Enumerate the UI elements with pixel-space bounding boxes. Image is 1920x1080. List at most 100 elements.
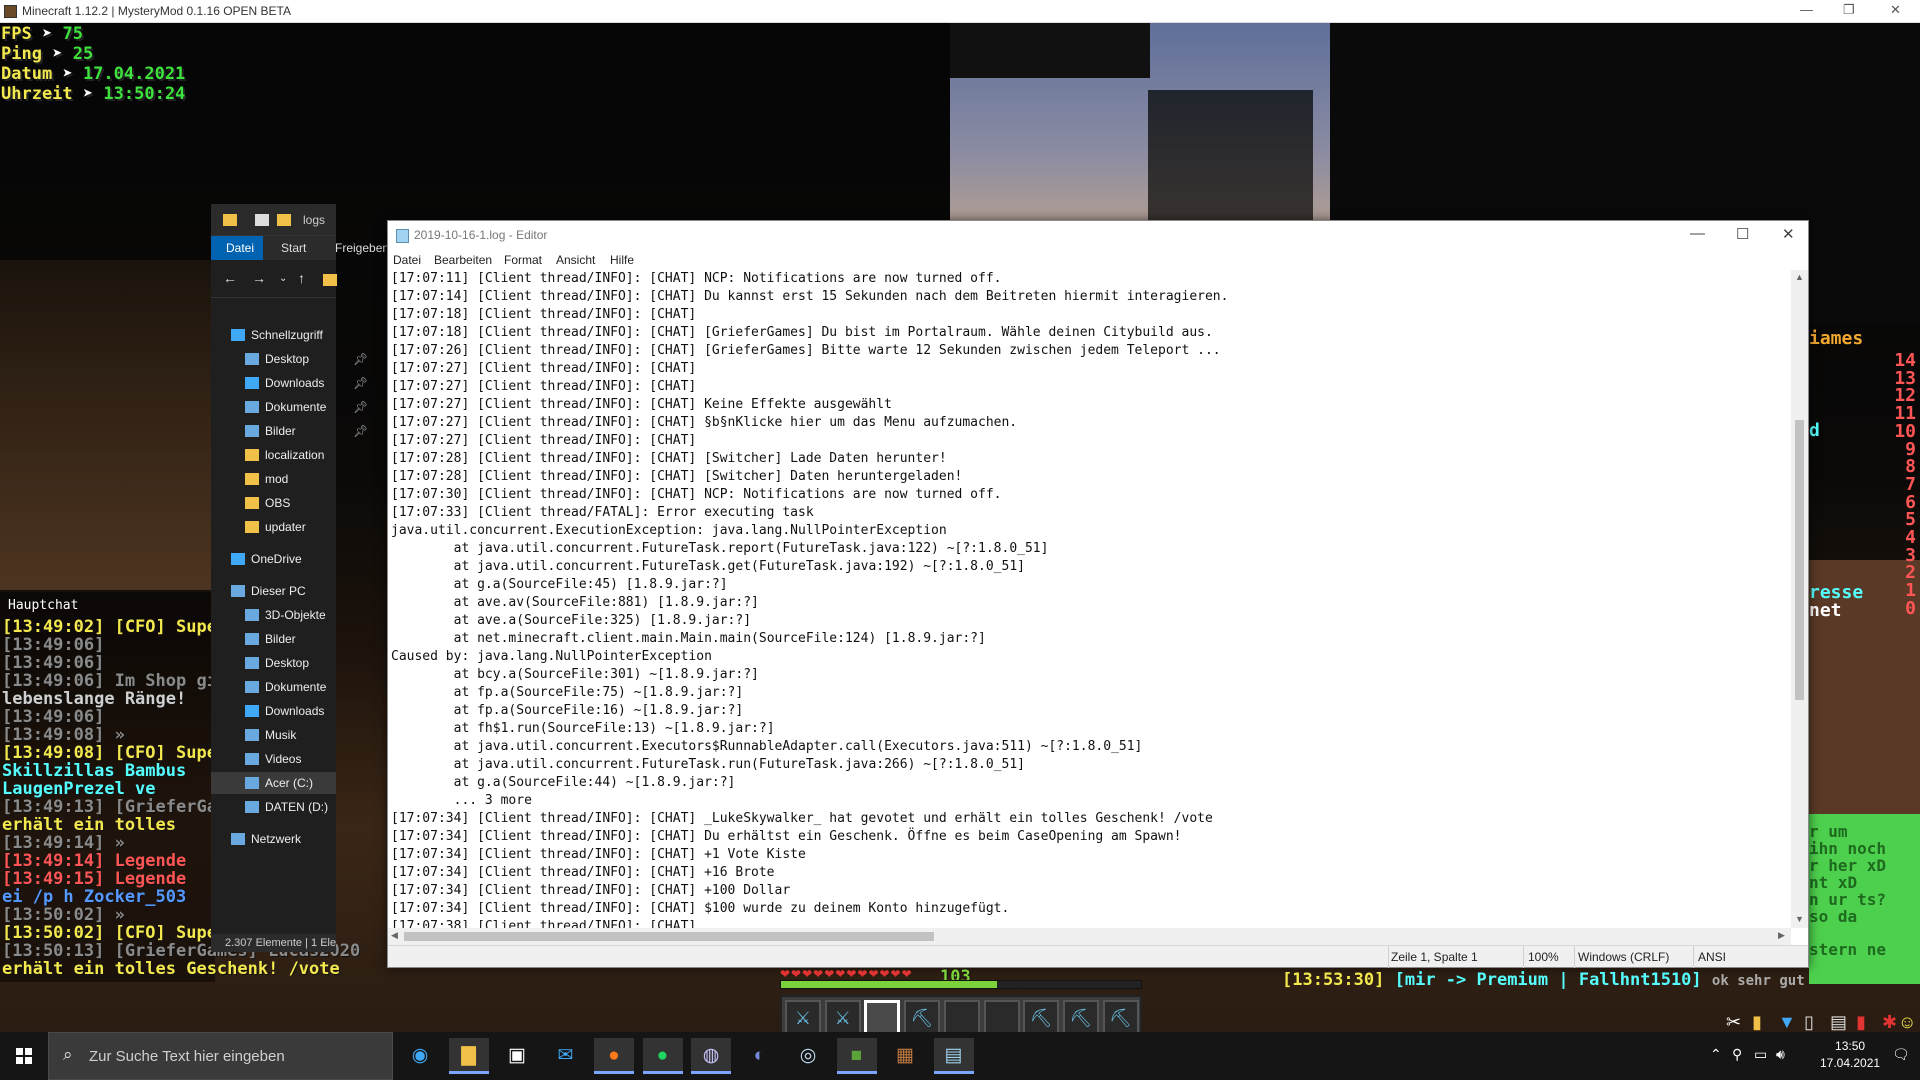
hud-row: FPS ➤ 75 [1, 24, 83, 44]
wifi-icon[interactable]: ⚲ [1732, 1046, 1742, 1063]
notepad-maximize-button[interactable]: ☐ [1736, 225, 1749, 243]
notepad-icon[interactable]: ▤ [933, 1038, 974, 1074]
scroll-right-icon[interactable]: ▶ [1778, 930, 1785, 941]
nav-item-mod[interactable]: mod [211, 468, 336, 490]
menu-datei[interactable]: Datei [393, 253, 421, 267]
nav-item-localization[interactable]: localization [211, 444, 336, 466]
discord-icon[interactable]: ◐ [740, 1038, 780, 1074]
file-explorer-window[interactable]: logs Datei Start Freigeben ← → ⌄ ↑ Schne… [211, 204, 389, 952]
notepad-minimize-button[interactable]: — [1690, 225, 1705, 242]
minecraft-title-bar[interactable]: Minecraft 1.12.2 | MysteryMod 0.1.16 OPE… [0, 0, 1920, 23]
nav-item-desktop[interactable]: Desktop 📌︎ [211, 348, 368, 370]
network-icon[interactable]: ▭ [1754, 1046, 1767, 1063]
ribbon-tab-start[interactable]: Start [281, 241, 306, 255]
new-folder-icon[interactable] [277, 214, 291, 226]
pdf-icon[interactable]: ▮ [1856, 1012, 1866, 1033]
tools-icon[interactable]: ✂ [1726, 1012, 1741, 1033]
hotbar-slot[interactable]: ⛏ [1102, 1000, 1139, 1036]
hotbar-slot[interactable] [943, 1000, 980, 1036]
windows-icon [16, 1048, 32, 1064]
ribbon-tab-freigeben[interactable]: Freigeben [335, 241, 389, 255]
nav-item-dokumente[interactable]: Dokumente 📌︎ [211, 396, 368, 418]
nav-item-onedrive[interactable]: OneDrive [211, 548, 336, 570]
store-icon[interactable]: ▣ [497, 1038, 537, 1074]
horizontal-scrollbar[interactable]: ◀ ▶ [388, 928, 1791, 945]
close-button[interactable]: ✕ [1890, 2, 1901, 18]
nav-item-dieser-pc[interactable]: Dieser PC [211, 580, 336, 602]
hotbar-slot[interactable]: ⚔ [824, 1000, 861, 1036]
back-icon[interactable]: ← [223, 270, 237, 286]
pin-icon[interactable]: 📌︎ [353, 400, 368, 414]
filter-icon[interactable]: ▼ [1778, 1012, 1796, 1033]
notepad-close-button[interactable]: ✕ [1782, 225, 1795, 243]
nav-item-netzwerk[interactable]: Netzwerk [211, 828, 336, 850]
minimize-button[interactable]: — [1800, 2, 1813, 17]
hotbar-slot[interactable]: ⛏ [1023, 1000, 1060, 1036]
properties-icon[interactable] [255, 214, 269, 226]
nav-item-dokumente[interactable]: Dokumente [211, 676, 336, 698]
notification-icon[interactable]: 🗨︎ [1892, 1046, 1910, 1063]
document-icon[interactable]: ▯ [1804, 1012, 1814, 1033]
hotbar-slot[interactable] [864, 1000, 901, 1036]
hotbar-slot[interactable] [983, 1000, 1020, 1036]
emoji-icon[interactable]: ☺ [1898, 1012, 1916, 1033]
nav-item-daten-d-[interactable]: DATEN (D:) [211, 796, 336, 818]
firefox-icon[interactable]: ● [594, 1038, 634, 1074]
edge-icon[interactable]: ◉ [400, 1038, 440, 1074]
pin-icon[interactable]: 📌︎ [353, 424, 368, 438]
minecraft-icon[interactable]: ■ [836, 1038, 877, 1074]
hotbar-slot[interactable]: ⛏ [1062, 1000, 1099, 1036]
ribbon-tab-datei[interactable]: Datei [211, 236, 263, 260]
menu-bearbeiten[interactable]: Bearbeiten [434, 253, 492, 267]
nav-item-3d-objekte[interactable]: 3D-Objekte [211, 604, 336, 626]
nav-item-downloads[interactable]: Downloads 📌︎ [211, 372, 368, 394]
nav-item-schnellzugriff[interactable]: Schnellzugriff [211, 324, 336, 346]
hotbar[interactable]: ⚔ ⚔ ⛏ ⛏ ⛏ ⛏ [780, 995, 1142, 1037]
nav-item-downloads[interactable]: Downloads [211, 700, 336, 722]
scroll-left-icon[interactable]: ◀ [391, 930, 398, 941]
file-explorer-icon[interactable]: ▇ [448, 1038, 489, 1074]
spotify-icon[interactable]: ● [642, 1038, 683, 1074]
obs-icon[interactable]: ◍ [691, 1038, 731, 1074]
hotbar-slot[interactable]: ⚔ [785, 1000, 821, 1036]
taskbar-search[interactable]: ⌕ Zur Suche Text hier eingeben [48, 1032, 393, 1080]
folder-shortcut-icon[interactable]: ▮ [1752, 1012, 1762, 1033]
pin-icon[interactable]: 📌︎ [353, 376, 368, 390]
vertical-scroll-thumb[interactable] [1795, 420, 1804, 700]
nav-item-updater[interactable]: updater [211, 516, 336, 538]
notepad-text-area[interactable]: [17:07:11] [Client thread/INFO]: [CHAT] … [391, 270, 1785, 928]
mail-icon[interactable]: ✉ [546, 1038, 586, 1074]
notepad-title-bar[interactable]: 2019-10-16-1.log - Editor — ☐ ✕ [388, 221, 1808, 251]
horizontal-scroll-thumb[interactable] [404, 932, 934, 941]
scroll-up-icon[interactable]: ▲ [1795, 272, 1804, 282]
notes-icon[interactable]: ▤ [1830, 1012, 1847, 1033]
nav-item-obs[interactable]: OBS [211, 492, 336, 514]
nav-item-acer-c-[interactable]: Acer (C:) [211, 772, 336, 794]
explorer-title-bar[interactable]: logs [211, 204, 336, 236]
volume-icon[interactable]: 🔊︎ [1776, 1046, 1785, 1063]
vertical-scrollbar[interactable]: ▲ ▼ [1791, 270, 1808, 928]
bug-icon[interactable]: ✱ [1882, 1012, 1897, 1033]
forward-icon[interactable]: → [252, 270, 266, 286]
chat-tab-label[interactable]: Hauptchat [8, 598, 78, 613]
steam-icon[interactable]: ◎ [788, 1038, 828, 1074]
menu-ansicht[interactable]: Ansicht [556, 253, 595, 267]
recent-dropdown-icon[interactable]: ⌄ [279, 273, 287, 284]
notepad-window[interactable]: 2019-10-16-1.log - Editor — ☐ ✕ Datei Be… [387, 220, 1809, 968]
maximize-button[interactable]: ❐ [1843, 2, 1855, 18]
tray-expand-icon[interactable]: ⌃ [1710, 1046, 1722, 1063]
nav-item-musik[interactable]: Musik [211, 724, 336, 746]
nav-item-bilder[interactable]: Bilder [211, 628, 336, 650]
hotbar-slot[interactable]: ⛏ [904, 1000, 941, 1036]
minecraft-launcher-icon[interactable]: ▦ [885, 1038, 925, 1074]
nav-item-bilder[interactable]: Bilder 📌︎ [211, 420, 368, 442]
menu-format[interactable]: Format [504, 253, 542, 267]
scroll-down-icon[interactable]: ▼ [1795, 914, 1804, 924]
menu-hilfe[interactable]: Hilfe [610, 253, 634, 267]
pin-icon[interactable]: 📌︎ [353, 352, 368, 366]
nav-item-desktop[interactable]: Desktop [211, 652, 336, 674]
nav-item-videos[interactable]: Videos [211, 748, 336, 770]
start-button[interactable] [0, 1032, 48, 1080]
clock[interactable]: 13:50 17.04.2021 [1820, 1038, 1880, 1072]
up-icon[interactable]: ↑ [298, 270, 305, 286]
